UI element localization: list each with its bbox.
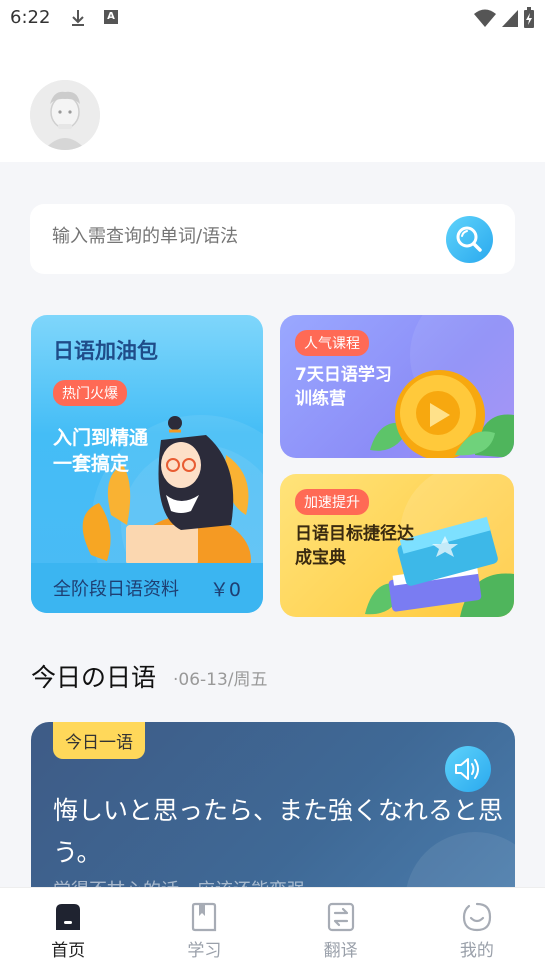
notification-a-icon: A <box>104 10 118 24</box>
training-camp-card[interactable]: 人气课程 7天日语学习训练营 <box>280 315 514 458</box>
daily-sentence: 悔しいと思ったら、また強くなれると思う。 <box>53 796 504 867</box>
card-description: 入门到精通一套搞定 <box>53 427 149 475</box>
wifi-icon <box>474 9 496 27</box>
search-icon <box>456 226 482 252</box>
status-time: 6:22 <box>10 7 51 28</box>
section-date: ·06-13/周五 <box>173 670 268 690</box>
tab-study[interactable]: 学习 <box>136 888 272 970</box>
popular-course-badge: 人气课程 <box>295 330 369 356</box>
card-footer: 全阶段日语资料 ￥0 <box>31 563 263 613</box>
status-bar: 6:22 A <box>0 0 545 36</box>
tab-label: 首页 <box>51 941 86 961</box>
speedup-badge: 加速提升 <box>295 489 369 515</box>
guide-book-card[interactable]: 加速提升 日语目标捷径达成宝典 <box>280 474 514 617</box>
search-input[interactable] <box>52 226 432 247</box>
search-button[interactable] <box>446 216 493 263</box>
daily-sentence-card[interactable]: 今日一语 悔しいと思ったら、また強くなれると思う。 觉得不甘心的话，应该还能变强 <box>31 722 515 892</box>
daily-badge: 今日一语 <box>53 722 145 759</box>
tab-profile[interactable]: 我的 <box>409 888 545 970</box>
speaker-icon <box>455 758 479 780</box>
section-title: 今日の日语 <box>31 663 157 692</box>
home-icon <box>52 902 84 936</box>
tab-label: 我的 <box>459 941 494 961</box>
translate-icon <box>325 902 357 936</box>
card-title: 日语目标捷径达成宝典 <box>295 524 414 568</box>
card-footer-text: 全阶段日语资料 <box>53 579 179 600</box>
tab-label: 翻译 <box>323 941 358 961</box>
signal-icon <box>502 10 518 27</box>
card-title: 7天日语学习训练营 <box>295 365 392 409</box>
japanese-pack-card[interactable]: 日语加油包 热门火爆 入门到精通一套搞定 全阶段日语资料 ￥0 <box>31 315 263 613</box>
bottom-tab-bar: 首页 学习 翻译 我的 <box>0 887 545 970</box>
battery-icon <box>524 7 534 28</box>
download-icon <box>70 8 86 32</box>
card-price: ￥0 <box>209 579 241 601</box>
book-icon <box>188 902 220 936</box>
tab-translate[interactable]: 翻译 <box>273 888 409 970</box>
hot-badge: 热门火爆 <box>53 380 127 406</box>
tab-home[interactable]: 首页 <box>0 888 136 970</box>
profile-icon <box>461 902 493 936</box>
card-title: 日语加油包 <box>53 339 158 363</box>
avatar[interactable] <box>30 80 100 150</box>
play-audio-button[interactable] <box>445 746 491 792</box>
profile-header <box>0 36 545 162</box>
tab-label: 学习 <box>187 941 222 961</box>
search-bar[interactable] <box>30 204 515 274</box>
status-icons <box>473 7 535 29</box>
